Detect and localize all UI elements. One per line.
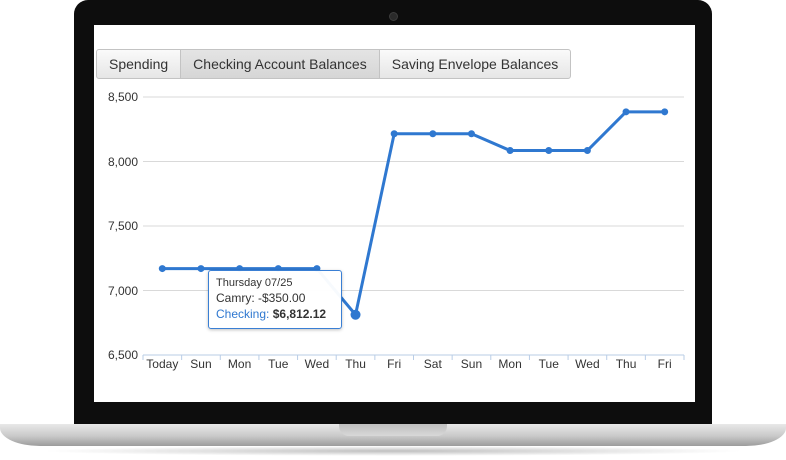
y-tick-label: 8,000	[107, 154, 138, 169]
laptop-shadow	[40, 446, 746, 456]
y-tick-label: 7,500	[107, 219, 138, 233]
x-tick-label: Fri	[387, 357, 402, 371]
data-point[interactable]	[545, 147, 553, 155]
x-tick-label: Sun	[460, 357, 483, 371]
x-tick-label: Mon	[498, 357, 522, 371]
app-screen: Spending Checking Account Balances Savin…	[94, 25, 695, 402]
x-tick-label: Tue	[268, 357, 289, 371]
x-tick-label: Fri	[657, 357, 672, 371]
tooltip-series-value: $6,812.12	[272, 307, 327, 321]
laptop-notch	[339, 424, 447, 436]
y-tick-label: 7,000	[107, 283, 138, 298]
data-point[interactable]	[390, 130, 398, 138]
data-point[interactable]	[467, 130, 475, 138]
data-point[interactable]	[197, 265, 205, 273]
data-tooltip: Thursday 07/25 Camry: -$350.00 Checking:…	[208, 270, 342, 329]
y-tick-label: 6,500	[107, 348, 138, 362]
data-point[interactable]	[661, 108, 669, 116]
x-tick-label: Thu	[615, 357, 637, 371]
data-point[interactable]	[622, 108, 630, 116]
camera-icon	[389, 12, 398, 21]
data-point[interactable]	[158, 265, 166, 273]
data-point[interactable]	[506, 147, 514, 155]
data-point-highlighted[interactable]	[350, 309, 361, 320]
x-tick-label: Mon	[227, 357, 252, 371]
x-tick-label: Thu	[345, 357, 366, 371]
data-point[interactable]	[583, 147, 591, 155]
tooltip-transaction-label: Camry:	[216, 291, 255, 305]
tooltip-transaction-value: -$350.00	[258, 291, 306, 305]
balance-line-chart	[142, 96, 685, 360]
tooltip-date: Thursday 07/25	[216, 277, 293, 289]
x-tick-label: Sun	[190, 357, 212, 371]
x-tick-label: Wed	[304, 357, 330, 371]
x-tick-label: Sat	[423, 357, 442, 371]
tooltip-series-label: Checking:	[216, 307, 270, 321]
y-tick-label: 8,500	[107, 90, 138, 104]
data-point[interactable]	[429, 130, 437, 138]
x-tick-label: Today	[146, 357, 179, 371]
x-tick-label: Tue	[538, 357, 559, 371]
x-tick-label: Wed	[575, 357, 600, 371]
